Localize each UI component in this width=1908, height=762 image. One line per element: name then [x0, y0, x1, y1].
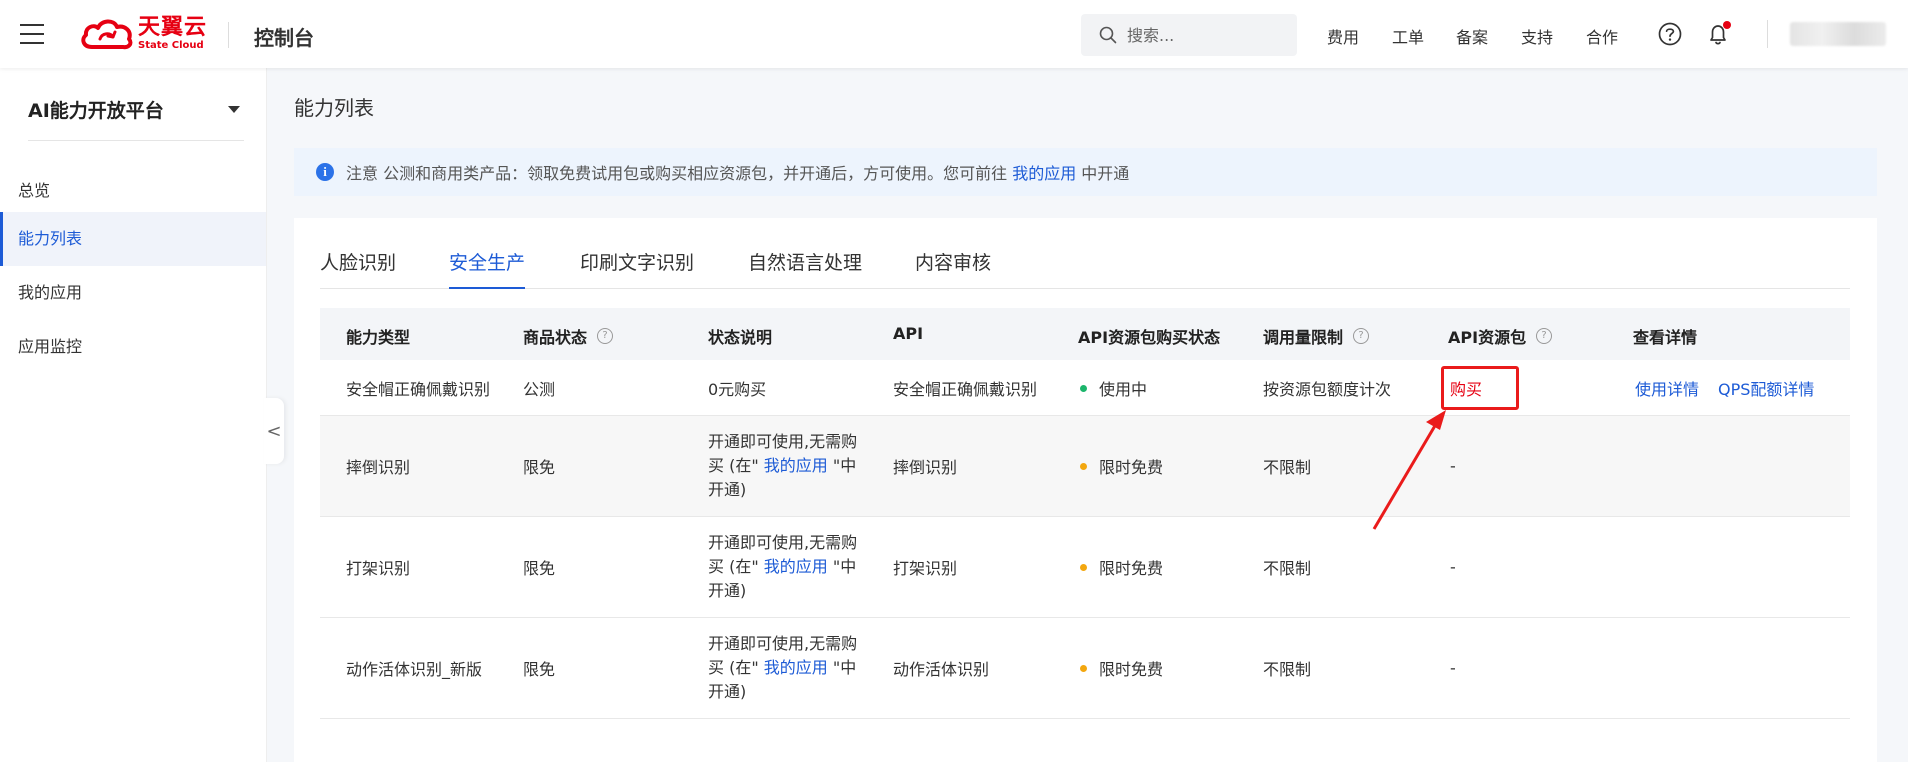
table-row: 安全帽正确佩戴识别 公测 0元购买 安全帽正确佩戴识别 使用中 按资源包额度计次…: [320, 360, 1850, 416]
cell-desc: 0元购买: [708, 379, 767, 399]
notice-prefix: 注意 公测和商用类产品：领取免费试用包或购买相应资源包，并开通后，方可使用。您可…: [346, 164, 1008, 183]
sidebar: AI能力开放平台 总览 能力列表 我的应用 应用监控: [0, 68, 267, 762]
tab-content-review[interactable]: 内容审核: [915, 248, 991, 288]
header-divider: [228, 22, 229, 48]
cell-purchase-status: 限时免费: [1080, 656, 1163, 680]
col-purchase-status: API资源包购买状态: [1078, 328, 1221, 347]
top-header: 天翼云 State Cloud 控制台 费用 工单 备案 支持 合作: [0, 0, 1908, 68]
nav-support[interactable]: 支持: [1521, 24, 1553, 48]
logo-cn-text: 天翼云: [138, 15, 208, 40]
notice-my-apps-link[interactable]: 我的应用: [1012, 164, 1076, 183]
notice-text: 注意 公测和商用类产品：领取免费试用包或购买相应资源包，并开通后，方可使用。您可…: [346, 160, 1129, 184]
collapse-sidebar-icon[interactable]: <: [264, 398, 284, 464]
cell-status: 限免: [523, 559, 556, 578]
cell-desc: 开通即可使用,无需购 买 (在" 我的应用 "中 开通): [708, 533, 858, 600]
cell-api: 动作活体识别: [893, 660, 990, 679]
cell-api: 安全帽正确佩戴识别: [893, 379, 1038, 399]
cell-limit: 不限制: [1263, 458, 1312, 477]
cloud-logo-icon: [81, 19, 133, 50]
cell-api: 打架识别: [893, 559, 958, 578]
status-dot: [1080, 463, 1087, 470]
my-apps-link[interactable]: 我的应用: [764, 456, 828, 475]
status-dot: [1080, 665, 1087, 672]
cell-type: 摔倒识别: [346, 458, 411, 477]
nav-partner[interactable]: 合作: [1586, 24, 1618, 48]
tab-nlp[interactable]: 自然语言处理: [748, 248, 862, 288]
cell-limit: 按资源包额度计次: [1263, 379, 1392, 399]
cell-status: 公测: [523, 379, 556, 399]
category-tabs: 人脸识别 安全生产 印刷文字识别 自然语言处理 内容审核: [320, 248, 1850, 289]
cell-package: -: [1450, 557, 1456, 577]
console-title[interactable]: 控制台: [254, 22, 314, 51]
cell-status: 限免: [523, 660, 556, 679]
cell-desc: 开通即可使用,无需购 买 (在" 我的应用 "中 开通): [708, 634, 858, 701]
status-dot: [1080, 564, 1087, 571]
tab-face-recognition[interactable]: 人脸识别: [320, 248, 396, 288]
tab-safety-production[interactable]: 安全生产: [449, 248, 526, 289]
table-row: 摔倒识别 限免 开通即可使用,无需购 买 (在" 我的应用 "中 开通) 摔倒识…: [320, 416, 1850, 517]
logo-en-text: State Cloud: [138, 40, 204, 51]
cell-limit: 不限制: [1263, 660, 1312, 679]
col-package: API资源包?: [1448, 324, 1553, 348]
bell-icon[interactable]: [1705, 21, 1731, 47]
nav-fees[interactable]: 费用: [1327, 24, 1359, 48]
header-divider-2: [1767, 20, 1768, 48]
notice-suffix: 中开通: [1081, 164, 1130, 183]
col-limit: 调用量限制?: [1263, 324, 1370, 348]
platform-selector[interactable]: AI能力开放平台: [28, 96, 164, 123]
table-row: 动作活体识别_新版 限免 开通即可使用,无需购 买 (在" 我的应用 "中 开通…: [320, 618, 1850, 719]
info-icon: i: [316, 163, 334, 181]
notification-dot: [1723, 21, 1731, 29]
col-desc: 状态说明: [708, 328, 773, 347]
table-header: 能力类型 商品状态? 状态说明 API API资源包购买状态 调用量限制? AP…: [320, 308, 1850, 360]
capability-table: 能力类型 商品状态? 状态说明 API API资源包购买状态 调用量限制? AP…: [320, 308, 1850, 719]
my-apps-link[interactable]: 我的应用: [764, 557, 828, 576]
buy-link[interactable]: 购买: [1450, 376, 1482, 400]
cell-purchase-status: 限时免费: [1080, 555, 1163, 579]
annotation-arrow-icon: [1372, 410, 1446, 530]
caret-down-icon[interactable]: [228, 106, 240, 113]
cell-purchase-status: 使用中: [1080, 376, 1147, 400]
notice-banner: i 注意 公测和商用类产品：领取免费试用包或购买相应资源包，并开通后，方可使用。…: [294, 148, 1877, 196]
my-apps-link[interactable]: 我的应用: [764, 658, 828, 677]
nav-tickets[interactable]: 工单: [1392, 24, 1424, 48]
qps-quota-detail-link[interactable]: QPS配额详情: [1718, 376, 1814, 400]
nav-filing[interactable]: 备案: [1456, 24, 1488, 48]
cell-api: 摔倒识别: [893, 458, 958, 477]
usage-detail-link[interactable]: 使用详情: [1635, 376, 1699, 400]
cell-package: -: [1450, 658, 1456, 678]
cell-type: 安全帽正确佩戴识别: [346, 379, 491, 399]
status-dot: [1080, 384, 1087, 392]
menu-icon[interactable]: [20, 24, 44, 44]
help-icon[interactable]: ?: [597, 328, 614, 344]
col-status: 商品状态?: [523, 324, 614, 348]
capability-card: 人脸识别 安全生产 印刷文字识别 自然语言处理 内容审核 能力类型 商品状态? …: [294, 218, 1877, 762]
search-input[interactable]: [1125, 24, 1289, 46]
col-api: API: [893, 324, 924, 343]
logo[interactable]: 天翼云 State Cloud: [80, 14, 207, 54]
search-box[interactable]: [1081, 14, 1297, 56]
search-icon: [1099, 26, 1117, 44]
page-title: 能力列表: [294, 96, 374, 120]
sidebar-divider: [28, 140, 244, 141]
sidebar-item-capability-list[interactable]: 能力列表: [0, 212, 266, 266]
sidebar-item-my-apps[interactable]: 我的应用: [0, 266, 266, 320]
help-icon[interactable]: ?: [1353, 328, 1370, 344]
sidebar-item-overview[interactable]: 总览: [0, 164, 266, 218]
tab-ocr[interactable]: 印刷文字识别: [580, 248, 694, 288]
help-icon[interactable]: ?: [1536, 328, 1553, 344]
col-type: 能力类型: [346, 328, 411, 347]
cell-desc: 开通即可使用,无需购 买 (在" 我的应用 "中 开通): [708, 432, 858, 499]
cell-package: -: [1450, 456, 1456, 476]
help-icon[interactable]: [1657, 21, 1683, 47]
user-account-redacted[interactable]: [1790, 22, 1886, 46]
cell-limit: 不限制: [1263, 559, 1312, 578]
cell-type: 动作活体识别_新版: [346, 660, 483, 679]
col-detail: 查看详情: [1633, 328, 1698, 347]
table-row: 打架识别 限免 开通即可使用,无需购 买 (在" 我的应用 "中 开通) 打架识…: [320, 517, 1850, 618]
cell-type: 打架识别: [346, 559, 411, 578]
cell-purchase-status: 限时免费: [1080, 454, 1163, 478]
cell-status: 限免: [523, 458, 556, 477]
sidebar-item-app-monitor[interactable]: 应用监控: [0, 320, 266, 374]
